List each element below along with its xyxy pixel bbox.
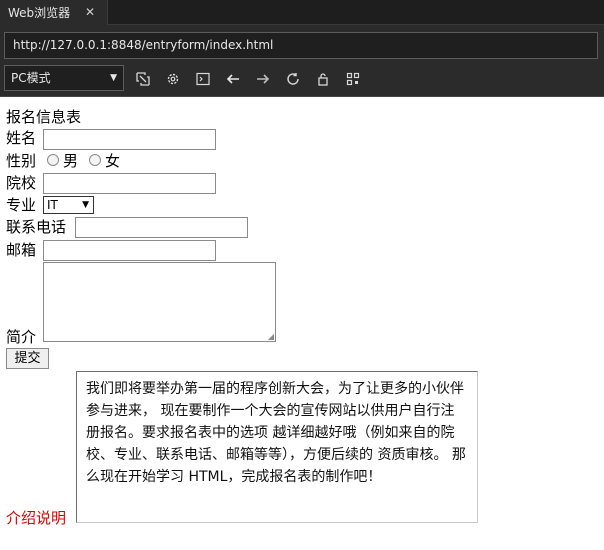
form-title: 报名信息表 [6,108,82,126]
gender-female-radio[interactable] [89,154,101,166]
gender-male-label: 男 [63,152,79,170]
intro-description-box: 我们即将要举办第一届的程序创新大会，为了让更多的小伙伴参与进来， 现在要制作一个… [76,371,478,523]
phone-input[interactable] [75,217,248,238]
intro-section-label: 介绍说明 [6,509,67,527]
email-input[interactable] [43,240,216,261]
school-input[interactable] [43,173,216,194]
lock-icon[interactable] [312,68,334,90]
terminal-icon[interactable] [192,68,214,90]
submit-button[interactable]: 提交 [6,348,49,369]
name-input[interactable] [43,129,216,150]
screenshot-icon[interactable] [132,68,154,90]
close-icon[interactable]: ✕ [85,5,95,19]
intro-label: 简介 [6,328,37,346]
major-select[interactable]: IT ▼ [43,196,94,214]
forward-arrow-icon[interactable] [252,68,274,90]
address-row: http://127.0.0.1:8848/entryform/index.ht… [0,25,604,63]
gender-label: 性别 [6,152,37,170]
qrcode-icon[interactable] [342,68,364,90]
gear-icon[interactable] [162,68,184,90]
page-content: 报名信息表 姓名 性别 男 女 院校 专业 IT ▼ 联系电话 邮箱 ◢ 简介 … [0,98,604,550]
email-label: 邮箱 [6,241,37,259]
tab-bar: Web浏览器 ✕ [0,0,604,25]
chevron-down-icon: ▼ [110,73,117,83]
mode-select[interactable]: PC模式 ▼ [4,65,124,91]
tab-title: Web浏览器 [8,6,71,20]
resize-grip-icon[interactable]: ◢ [268,332,274,341]
phone-label: 联系电话 [6,218,67,236]
tab-web-browser[interactable]: Web浏览器 ✕ [0,0,108,25]
intro-description-text: 我们即将要举办第一届的程序创新大会，为了让更多的小伙伴参与进来， 现在要制作一个… [86,381,466,485]
browser-chrome: Web浏览器 ✕ http://127.0.0.1:8848/entryform… [0,0,604,97]
chevron-down-icon: ▼ [82,200,89,210]
gender-male-radio[interactable] [47,154,59,166]
major-select-value: IT [47,198,58,212]
toolbar: PC模式 ▼ [0,63,604,97]
major-label: 专业 [6,196,37,214]
gender-female-label: 女 [105,152,121,170]
refresh-icon[interactable] [282,68,304,90]
name-label: 姓名 [6,129,37,147]
school-label: 院校 [6,174,37,192]
intro-textarea[interactable]: ◢ [43,262,276,342]
address-bar[interactable]: http://127.0.0.1:8848/entryform/index.ht… [4,32,598,59]
back-arrow-icon[interactable] [222,68,244,90]
mode-select-value: PC模式 [11,71,51,85]
